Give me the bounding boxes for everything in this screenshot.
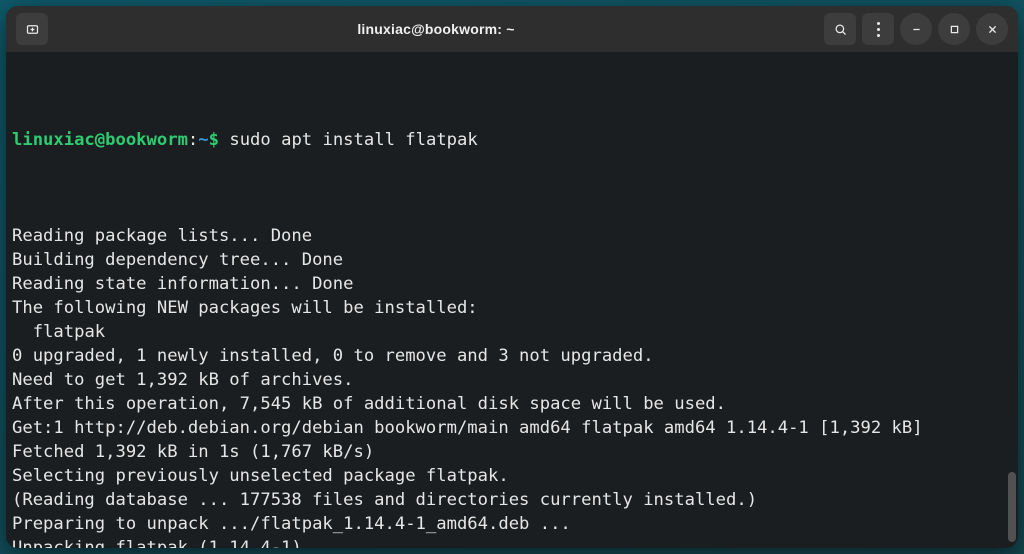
prompt-sep: :: [188, 130, 198, 150]
output-line: Unpacking flatpak (1.14.4-1) ...: [12, 536, 1012, 548]
output-line: After this operation, 7,545 kB of additi…: [12, 392, 1012, 416]
output-line: Get:1 http://deb.debian.org/debian bookw…: [12, 416, 1012, 440]
search-icon: [833, 22, 848, 37]
prompt-line: linuxiac@bookworm:~$ sudo apt install fl…: [12, 128, 1012, 152]
menu-button[interactable]: [862, 13, 894, 45]
terminal-area[interactable]: linuxiac@bookworm:~$ sudo apt install fl…: [6, 52, 1018, 548]
titlebar: linuxiac@bookworm: ~: [6, 6, 1018, 52]
new-tab-button[interactable]: [16, 13, 48, 45]
output-line: Building dependency tree... Done: [12, 248, 1012, 272]
terminal-window: linuxiac@bookworm: ~: [6, 6, 1018, 548]
output-line: Reading state information... Done: [12, 272, 1012, 296]
output-line: (Reading database ... 177538 files and d…: [12, 488, 1012, 512]
output-line: Selecting previously unselected package …: [12, 464, 1012, 488]
prompt-path: ~: [198, 130, 208, 150]
close-icon: [985, 22, 1000, 37]
kebab-menu-icon: [877, 22, 880, 37]
window-title: linuxiac@bookworm: ~: [56, 21, 816, 37]
output-line: Need to get 1,392 kB of archives.: [12, 368, 1012, 392]
terminal-output: Reading package lists... DoneBuilding de…: [12, 224, 1012, 548]
maximize-icon: [947, 22, 962, 37]
command-text: sudo apt install flatpak: [229, 130, 477, 150]
prompt-user-host: linuxiac@bookworm: [12, 130, 188, 150]
close-button[interactable]: [976, 13, 1008, 45]
minimize-icon: [909, 22, 924, 37]
search-button[interactable]: [824, 13, 856, 45]
output-line: 0 upgraded, 1 newly installed, 0 to remo…: [12, 344, 1012, 368]
output-line: The following NEW packages will be insta…: [12, 296, 1012, 320]
maximize-button[interactable]: [938, 13, 970, 45]
output-line: flatpak: [12, 320, 1012, 344]
new-tab-icon: [25, 22, 40, 37]
prompt-symbol: $: [209, 130, 219, 150]
scrollbar-thumb[interactable]: [1008, 472, 1016, 542]
output-line: Preparing to unpack .../flatpak_1.14.4-1…: [12, 512, 1012, 536]
minimize-button[interactable]: [900, 13, 932, 45]
output-line: Reading package lists... Done: [12, 224, 1012, 248]
output-line: Fetched 1,392 kB in 1s (1,767 kB/s): [12, 440, 1012, 464]
